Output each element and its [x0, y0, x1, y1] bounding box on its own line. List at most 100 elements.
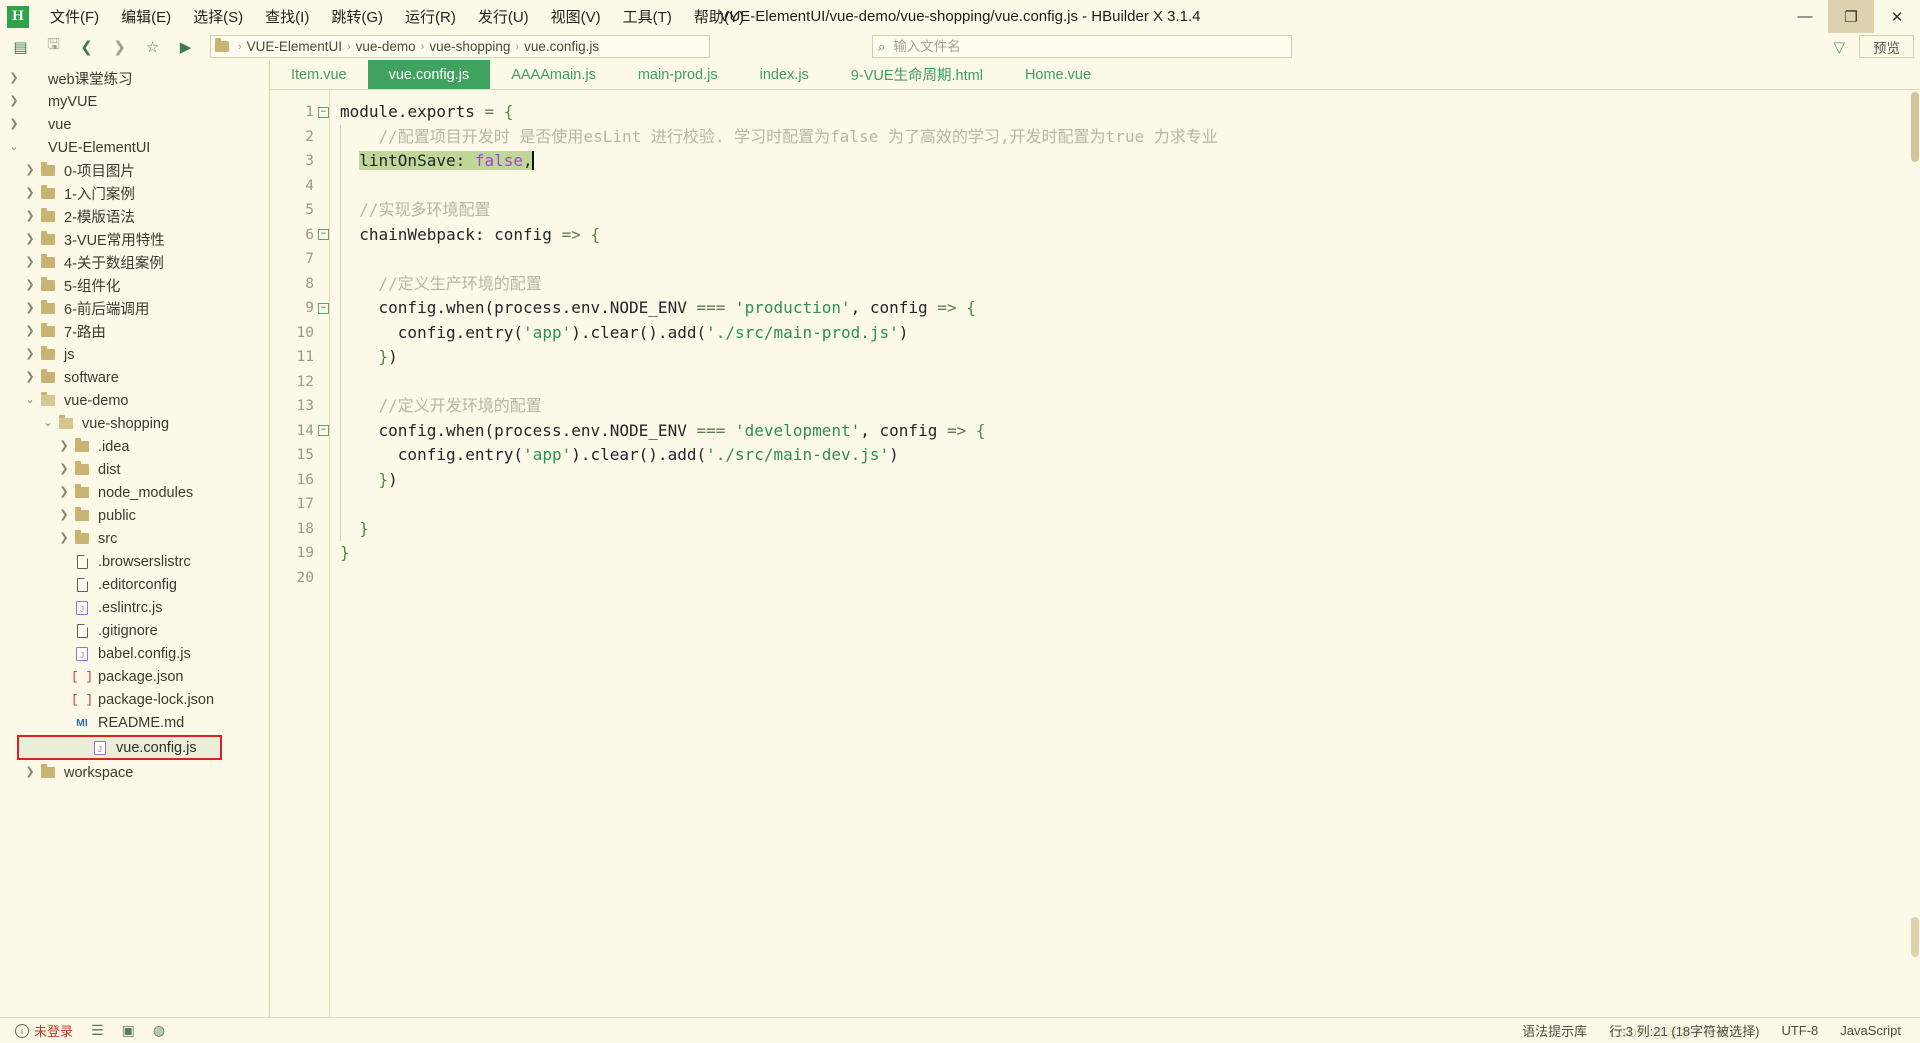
tree-item-js[interactable]: ❯ js — [0, 343, 269, 366]
tree-item-vue.config.js[interactable]: J vue.config.js — [17, 735, 222, 760]
code-line-15[interactable]: config.entry('app').clear().add('./src/m… — [330, 443, 1920, 468]
chevron-down-icon[interactable]: ⌄ — [22, 395, 38, 406]
tree-item-vue-shopping[interactable]: ⌄ vue-shopping — [0, 412, 269, 435]
breadcrumb-item-0[interactable]: VUE-ElementUI — [247, 39, 342, 54]
syntax-library-button[interactable]: 语法提示库 — [1511, 1019, 1598, 1043]
menu-tools[interactable]: 工具(T) — [612, 2, 683, 31]
code-line-8[interactable]: //定义生产环境的配置 — [330, 272, 1920, 297]
theme-toggle[interactable]: ◍ — [146, 1019, 172, 1043]
code-line-11[interactable]: }) — [330, 345, 1920, 370]
menu-view[interactable]: 视图(V) — [540, 2, 612, 31]
chevron-right-icon[interactable]: ❯ — [22, 165, 38, 176]
tab-index.js[interactable]: index.js — [739, 60, 830, 89]
code-line-4[interactable] — [330, 174, 1920, 199]
chevron-right-icon[interactable]: ❯ — [6, 96, 22, 107]
tree-item-myVUE[interactable]: ❯ myVUE — [0, 90, 269, 113]
tab-AAAAmain.js[interactable]: AAAAmain.js — [490, 60, 617, 89]
menu-help[interactable]: 帮助(Y) — [683, 2, 755, 31]
tree-item-6-前后端调用[interactable]: ❯ 6-前后端调用 — [0, 297, 269, 320]
tree-item-VUE-ElementUI[interactable]: ⌄ VUE-ElementUI — [0, 136, 269, 159]
filter-icon[interactable]: ▽ — [1825, 38, 1853, 56]
tab-Home.vue[interactable]: Home.vue — [1004, 60, 1112, 89]
breadcrumb[interactable]: › VUE-ElementUI › vue-demo › vue-shoppin… — [210, 35, 710, 58]
fold-toggle-icon[interactable]: − — [318, 229, 329, 240]
tree-item-5-组件化[interactable]: ❯ 5-组件化 — [0, 274, 269, 297]
login-status[interactable]: i 未登录 — [8, 1019, 80, 1043]
tree-item-.editorconfig[interactable]: .editorconfig — [0, 573, 269, 596]
tree-item-dist[interactable]: ❯ dist — [0, 458, 269, 481]
fold-toggle-icon[interactable]: − — [318, 302, 329, 314]
chevron-right-icon[interactable]: ❯ — [22, 280, 38, 291]
menu-run[interactable]: 运行(R) — [394, 2, 467, 31]
tree-item-workspace[interactable]: ❯ workspace — [0, 761, 269, 784]
code-line-17[interactable] — [330, 492, 1920, 517]
terminal-panel-toggle[interactable]: ▣ — [115, 1019, 142, 1043]
code-line-18[interactable]: } — [330, 517, 1920, 542]
menu-publish[interactable]: 发行(U) — [467, 2, 540, 31]
menu-goto[interactable]: 跳转(G) — [320, 2, 394, 31]
run-icon[interactable]: ▶ — [169, 34, 202, 59]
search-input[interactable] — [893, 39, 1291, 54]
chevron-right-icon[interactable]: ❯ — [22, 211, 38, 222]
tab-main-prod.js[interactable]: main-prod.js — [617, 60, 739, 89]
tree-item-node_modules[interactable]: ❯ node_modules — [0, 481, 269, 504]
tree-item-.browserslistrc[interactable]: .browserslistrc — [0, 550, 269, 573]
breadcrumb-item-3[interactable]: vue.config.js — [524, 39, 599, 54]
file-search-box[interactable]: ⌕ — [872, 35, 1292, 58]
tab-9-VUE生命周期.html[interactable]: 9-VUE生命周期.html — [830, 60, 1004, 89]
chevron-right-icon[interactable]: ❯ — [56, 487, 72, 498]
back-icon[interactable]: ❮ — [70, 34, 103, 59]
editor-vertical-scrollbar[interactable] — [1910, 90, 1920, 1017]
tab-vue.config.js[interactable]: vue.config.js — [367, 60, 491, 89]
fold-toggle-icon[interactable]: − — [318, 425, 329, 436]
tab-Item.vue[interactable]: Item.vue — [270, 60, 368, 89]
scrollbar-thumb[interactable] — [1911, 92, 1919, 162]
tree-item-babel.config.js[interactable]: J babel.config.js — [0, 642, 269, 665]
tree-item-4-关于数组案例[interactable]: ❯ 4-关于数组案例 — [0, 251, 269, 274]
preview-button[interactable]: 预览 — [1859, 35, 1914, 58]
tree-item-0-项目图片[interactable]: ❯ 0-项目图片 — [0, 159, 269, 182]
tree-item-package.json[interactable]: [ ] package.json — [0, 665, 269, 688]
scrollbar-thumb-secondary[interactable] — [1911, 917, 1919, 957]
code-line-20[interactable] — [330, 566, 1920, 591]
chevron-right-icon[interactable]: ❯ — [22, 349, 38, 360]
project-explorer[interactable]: ❯ web课堂练习 ❯ myVUE ❯ vue ⌄ VUE-ElementUI — [0, 60, 270, 1017]
cursor-position[interactable]: 行:3 列:21 (18字符被选择) — [1598, 1019, 1770, 1043]
menu-file[interactable]: 文件(F) — [39, 2, 110, 31]
code-line-5[interactable]: //实现多环境配置 — [330, 198, 1920, 223]
code-line-19[interactable]: } — [330, 541, 1920, 566]
tree-item-README.md[interactable]: MI README.md — [0, 711, 269, 734]
code-line-13[interactable]: //定义开发环境的配置 — [330, 394, 1920, 419]
tree-item-web课堂练习[interactable]: ❯ web课堂练习 — [0, 67, 269, 90]
chevron-right-icon[interactable]: ❯ — [56, 441, 72, 452]
code-line-6[interactable]: chainWebpack: config => { — [330, 223, 1920, 248]
code-editor[interactable]: 1− 2 3 4 5 6− 7 8 9− 10 11 12 13 14− 15 … — [270, 90, 1920, 1017]
code-line-16[interactable]: }) — [330, 468, 1920, 493]
language-mode-selector[interactable]: JavaScript — [1829, 1019, 1912, 1043]
minimize-button[interactable]: — — [1782, 0, 1828, 33]
tree-item-.idea[interactable]: ❯ .idea — [0, 435, 269, 458]
chevron-right-icon[interactable]: ❯ — [6, 119, 22, 130]
tree-item-2-模版语法[interactable]: ❯ 2-模版语法 — [0, 205, 269, 228]
chevron-right-icon[interactable]: ❯ — [56, 510, 72, 521]
fold-toggle-icon[interactable]: − — [318, 106, 329, 118]
menu-find[interactable]: 查找(I) — [254, 2, 320, 31]
code-line-12[interactable] — [330, 370, 1920, 395]
chevron-right-icon[interactable]: ❯ — [56, 464, 72, 475]
code-line-2[interactable]: //配置项目开发时 是否使用esLint 进行校验. 学习时配置为false 为… — [330, 125, 1920, 150]
tree-item-package-lock.json[interactable]: [ ] package-lock.json — [0, 688, 269, 711]
tree-item-vue-demo[interactable]: ⌄ vue-demo — [0, 389, 269, 412]
maximize-button[interactable]: ❐ — [1828, 0, 1874, 33]
tree-item-vue[interactable]: ❯ vue — [0, 113, 269, 136]
chevron-right-icon[interactable]: ❯ — [22, 372, 38, 383]
tree-item-src[interactable]: ❯ src — [0, 527, 269, 550]
tree-item-software[interactable]: ❯ software — [0, 366, 269, 389]
code-line-14[interactable]: config.when(process.env.NODE_ENV === 'de… — [330, 419, 1920, 444]
chevron-down-icon[interactable]: ⌄ — [40, 418, 56, 429]
tree-item-7-路由[interactable]: ❯ 7-路由 — [0, 320, 269, 343]
code-line-10[interactable]: config.entry('app').clear().add('./src/m… — [330, 321, 1920, 346]
favorite-star-icon[interactable]: ☆ — [136, 34, 169, 59]
chevron-right-icon[interactable]: ❯ — [22, 326, 38, 337]
chevron-right-icon[interactable]: ❯ — [56, 533, 72, 544]
breadcrumb-item-2[interactable]: vue-shopping — [429, 39, 510, 54]
